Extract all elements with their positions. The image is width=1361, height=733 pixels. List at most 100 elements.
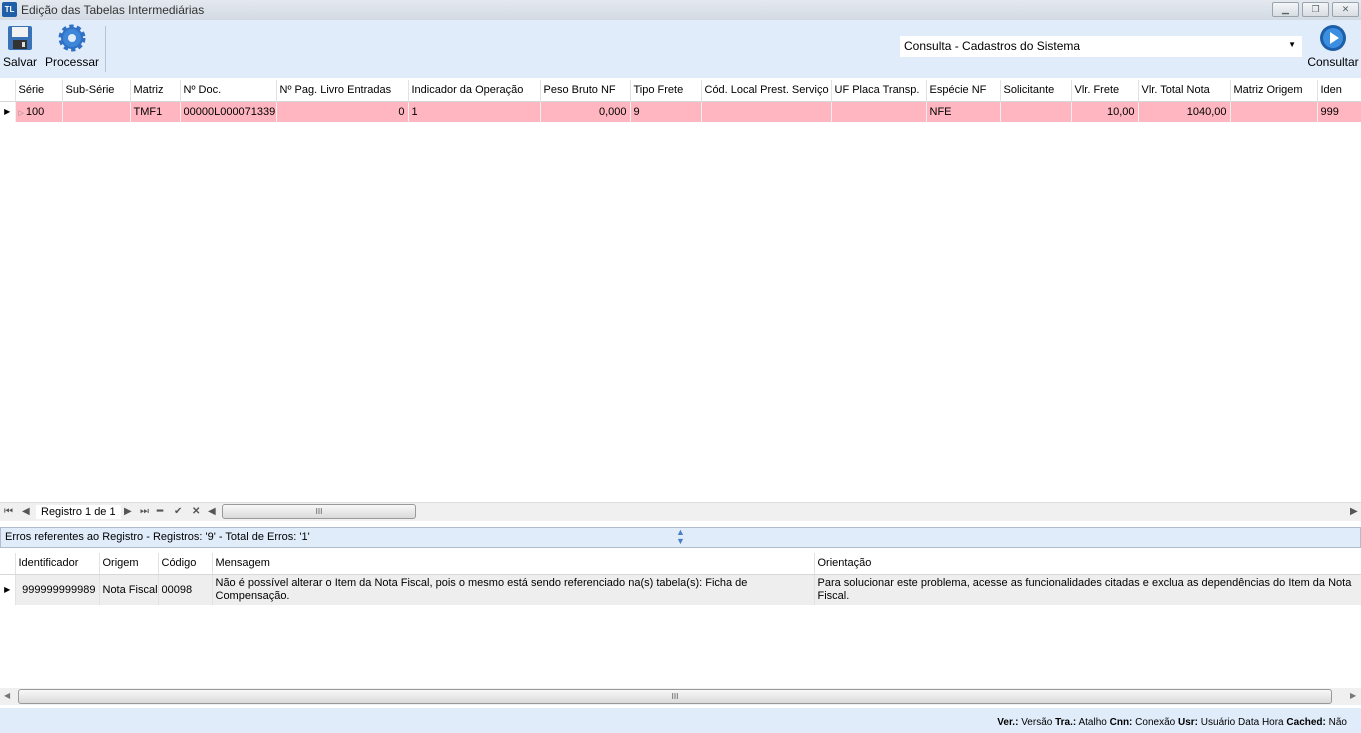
scroll-right-button[interactable]: ▶ — [1350, 691, 1356, 700]
last-record-button[interactable]: ⏭ — [140, 506, 149, 517]
cell[interactable]: Não é possível alterar o Item da Nota Fi… — [212, 574, 815, 605]
cached-label: Cached: — [1286, 717, 1326, 728]
cell[interactable]: 00000L000071339 — [180, 101, 277, 122]
cell[interactable] — [1230, 101, 1318, 122]
user-value: Usuário — [1200, 717, 1236, 728]
time-value: Hora — [1261, 717, 1284, 728]
cached-value: Não — [1328, 717, 1347, 728]
cell[interactable]: 1 — [408, 101, 541, 122]
collapse-toggle-icon[interactable]: ▲ ▼ — [676, 528, 685, 546]
column-header[interactable]: UF Placa Transp. — [831, 80, 927, 102]
column-header[interactable]: Vlr. Total Nota — [1138, 80, 1231, 102]
errors-horizontal-scrollbar[interactable]: ◀ III ▶ — [0, 688, 1361, 705]
cell[interactable]: 0 — [276, 101, 409, 122]
errors-header-text: Erros referentes ao Registro - Registros… — [5, 531, 310, 543]
cell[interactable]: 1040,00 — [1138, 101, 1231, 122]
save-button[interactable]: Salvar — [3, 24, 37, 69]
cell[interactable]: ▷ 100 — [15, 101, 63, 122]
column-header[interactable]: Peso Bruto NF — [540, 80, 631, 102]
query-label: Consultar — [1307, 55, 1359, 69]
column-header[interactable]: Vlr. Frete — [1071, 80, 1139, 102]
column-header[interactable]: Matriz — [130, 80, 181, 102]
column-header[interactable]: Indicador da Operação — [408, 80, 541, 102]
horizontal-scrollbar-thumb[interactable]: III — [18, 689, 1332, 704]
cell[interactable]: Nota Fiscal — [99, 574, 159, 605]
cell[interactable]: Para solucionar este problema, acesse as… — [814, 574, 1361, 605]
date-value: Data — [1238, 717, 1260, 728]
connection-value: Conexão — [1135, 717, 1176, 728]
prev-record-button[interactable]: ◀ — [22, 506, 30, 517]
cell[interactable]: 10,00 — [1071, 101, 1139, 122]
close-button[interactable]: ✕ — [1332, 2, 1359, 17]
version-value: Versão — [1021, 717, 1053, 728]
shortcut-label: Tra.: — [1055, 717, 1077, 728]
column-header[interactable]: Cód. Local Prest. Serviço — [701, 80, 832, 102]
cell[interactable]: 00098 — [158, 574, 213, 605]
query-select[interactable]: Consulta - Cadastros do Sistema ▼ — [900, 36, 1302, 57]
window-title: Edição das Tabelas Intermediárias — [21, 3, 205, 17]
column-header[interactable]: Solicitante — [1000, 80, 1072, 102]
process-label: Processar — [44, 55, 100, 69]
horizontal-scrollbar-thumb[interactable]: III — [222, 504, 416, 519]
column-header[interactable]: Iden — [1317, 80, 1361, 102]
cell[interactable] — [701, 101, 832, 122]
column-header[interactable]: Identificador — [15, 553, 100, 575]
errors-panel-header: Erros referentes ao Registro - Registros… — [0, 527, 1361, 548]
title-bar: TL Edição das Tabelas Intermediárias ▁ ❐… — [0, 0, 1361, 20]
column-header[interactable]: Espécie NF — [926, 80, 1001, 102]
next-record-button[interactable]: ▶ — [124, 506, 132, 517]
main-grid-header: Série Sub-Série Matriz Nº Doc. Nº Pag. L… — [0, 80, 1361, 102]
column-header[interactable]: Nº Pag. Livro Entradas — [276, 80, 409, 102]
user-label: Usr: — [1177, 717, 1198, 728]
app-logo-icon: TL — [2, 2, 17, 17]
query-button[interactable]: Consultar — [1305, 24, 1361, 69]
column-header[interactable]: Matriz Origem — [1230, 80, 1318, 102]
delete-record-button[interactable]: ━ — [157, 506, 163, 517]
first-record-button[interactable]: ⏮ — [4, 506, 13, 517]
row-indicator-header — [0, 553, 16, 575]
status-bar: Ver.: Versão Tra.: Atalho Cnn: Conexão U… — [0, 708, 1361, 733]
record-navigator: ⏮ ◀ Registro 1 de 1 ▶ ⏭ ━ ✔ ✕ ◀ III ▶ — [0, 502, 1361, 521]
cell[interactable] — [831, 101, 927, 122]
table-row[interactable]: ▶ ▷ 100 TMF1 00000L000071339 0 1 0,000 9… — [0, 101, 1361, 122]
cell[interactable]: 999999999989 — [15, 574, 100, 605]
expand-icon[interactable]: ▷ — [19, 110, 26, 117]
cell[interactable]: 0,000 — [540, 101, 631, 122]
scroll-left-button[interactable]: ◀ — [4, 691, 10, 700]
column-header[interactable]: Tipo Frete — [630, 80, 702, 102]
errors-grid: Identificador Origem Código Mensagem Ori… — [0, 553, 1361, 605]
cell[interactable] — [1000, 101, 1072, 122]
version-label: Ver.: — [997, 717, 1019, 728]
floppy-disk-icon — [8, 26, 32, 50]
cell[interactable]: TMF1 — [130, 101, 181, 122]
column-header[interactable]: Código — [158, 553, 213, 575]
query-select-value: Consulta - Cadastros do Sistema — [904, 39, 1081, 53]
scroll-right-button[interactable]: ▶ — [1350, 506, 1358, 517]
minimize-button[interactable]: ▁ — [1272, 2, 1299, 17]
cell[interactable]: 999 — [1317, 101, 1361, 122]
table-row[interactable]: ▶ 999999999989 Nota Fiscal 00098 Não é p… — [0, 574, 1361, 605]
row-pointer-icon: ▶ — [0, 101, 16, 122]
column-header[interactable]: Orientação — [814, 553, 1361, 575]
column-header[interactable]: Nº Doc. — [180, 80, 277, 102]
cell[interactable]: 9 — [630, 101, 702, 122]
column-header[interactable]: Mensagem — [212, 553, 815, 575]
process-button[interactable]: Processar — [44, 24, 100, 69]
cell[interactable] — [62, 101, 131, 122]
restore-button[interactable]: ❐ — [1302, 2, 1329, 17]
save-label: Salvar — [3, 55, 38, 69]
column-header[interactable]: Série — [15, 80, 63, 102]
gear-icon — [58, 24, 86, 52]
connection-label: Cnn: — [1109, 717, 1133, 728]
errors-grid-header: Identificador Origem Código Mensagem Ori… — [0, 553, 1361, 575]
scroll-left-button[interactable]: ◀ — [208, 506, 216, 517]
column-header[interactable]: Origem — [99, 553, 159, 575]
confirm-record-button[interactable]: ✔ — [174, 506, 182, 517]
toolbar-separator — [105, 26, 106, 72]
cell[interactable]: NFE — [926, 101, 1001, 122]
play-icon — [1320, 25, 1346, 51]
shortcut-value: Atalho — [1078, 717, 1107, 728]
chevron-down-icon: ▼ — [1288, 40, 1296, 49]
column-header[interactable]: Sub-Série — [62, 80, 131, 102]
cancel-record-button[interactable]: ✕ — [192, 506, 200, 517]
